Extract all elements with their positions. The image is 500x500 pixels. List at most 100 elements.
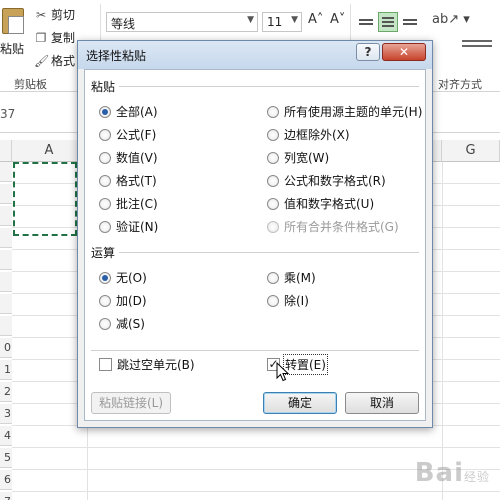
row-header[interactable]: 4 bbox=[0, 426, 12, 446]
radio-option[interactable]: 公式和数字格式(R) bbox=[267, 172, 386, 189]
section-divider bbox=[119, 86, 419, 87]
mouse-cursor-icon bbox=[276, 362, 290, 382]
paste-link-button[interactable]: 粘贴链接(L) bbox=[91, 392, 171, 414]
align-line bbox=[382, 25, 394, 27]
orientation-button[interactable]: ab↗ ▾ bbox=[432, 12, 470, 27]
row-header[interactable]: 5 bbox=[0, 448, 12, 468]
font-name-value: 等线 bbox=[111, 17, 136, 31]
skip-blanks-box[interactable] bbox=[99, 358, 112, 371]
row-header[interactable]: 1 bbox=[0, 360, 12, 380]
radio-option[interactable]: 列宽(W) bbox=[267, 149, 329, 166]
grow-font-button[interactable]: A˄ bbox=[308, 12, 323, 27]
shrink-font-button[interactable]: A˅ bbox=[330, 12, 345, 27]
row-header[interactable] bbox=[0, 272, 12, 292]
radio-option[interactable]: 所有合并条件格式(G) bbox=[267, 218, 399, 235]
radio-option[interactable]: 所有使用源主题的单元(H) bbox=[267, 103, 422, 120]
radio-option[interactable]: 值和数字格式(U) bbox=[267, 195, 374, 212]
font-name-select[interactable]: 等线 ▼ bbox=[106, 12, 258, 32]
radio-button[interactable] bbox=[99, 220, 111, 233]
radio-button[interactable] bbox=[99, 174, 111, 187]
row-header[interactable] bbox=[0, 206, 12, 226]
radio-option[interactable]: 除(I) bbox=[267, 292, 309, 309]
radio-button[interactable] bbox=[99, 317, 111, 330]
radio-button[interactable] bbox=[267, 174, 279, 187]
row-header[interactable]: 3 bbox=[0, 404, 12, 424]
paste-button[interactable]: 粘贴 bbox=[0, 2, 30, 56]
radio-button[interactable] bbox=[267, 294, 279, 307]
row-header[interactable]: 2 bbox=[0, 382, 12, 402]
align-middle-icon bbox=[382, 17, 394, 19]
paste-special-dialog: 选择性粘贴 ? ✕ 粘贴 全部(A) 公式(F) 数值(V) 格式(T) 批注(C) 验证… bbox=[77, 40, 433, 428]
cut-button[interactable]: ✂ 剪切 bbox=[34, 6, 75, 23]
row-header[interactable] bbox=[0, 228, 12, 248]
radio-option[interactable]: 数值(V) bbox=[99, 149, 158, 166]
scissors-icon: ✂ bbox=[35, 7, 47, 22]
brush-icon: 🖌 bbox=[34, 53, 50, 68]
radio-option[interactable]: 乘(M) bbox=[267, 269, 316, 286]
name-box[interactable]: 37 bbox=[0, 107, 15, 121]
radio-button[interactable] bbox=[267, 151, 279, 164]
row-header[interactable]: 7 bbox=[0, 492, 12, 500]
copy-button[interactable]: ❐ 复制 bbox=[34, 29, 75, 46]
align-bottom-button[interactable] bbox=[400, 12, 420, 32]
radio-option[interactable]: 格式(T) bbox=[99, 172, 157, 189]
font-size-select[interactable]: 11 ▼ bbox=[262, 12, 302, 32]
radio-option[interactable]: 验证(N) bbox=[99, 218, 158, 235]
close-button[interactable]: ✕ bbox=[382, 43, 426, 61]
radio-button[interactable] bbox=[267, 220, 279, 233]
radio-button[interactable] bbox=[267, 271, 279, 284]
radio-option[interactable]: 减(S) bbox=[99, 315, 145, 332]
wrap-text-icon[interactable] bbox=[462, 40, 492, 52]
column-header-g[interactable]: G bbox=[442, 140, 500, 162]
radio-label: 加(D) bbox=[116, 294, 147, 308]
copy-icon: ❐ bbox=[35, 30, 47, 45]
radio-button[interactable] bbox=[267, 105, 279, 118]
radio-label: 批注(C) bbox=[116, 197, 158, 211]
row-header[interactable] bbox=[0, 184, 12, 204]
watermark-suffix: 经验 bbox=[463, 470, 490, 484]
row-header[interactable] bbox=[0, 294, 12, 314]
align-bottom-icon bbox=[403, 23, 417, 25]
column-line bbox=[442, 162, 443, 500]
format-painter-button[interactable]: 🖌 格式 bbox=[34, 52, 75, 69]
radio-option[interactable]: 加(D) bbox=[99, 292, 147, 309]
align-middle-button[interactable] bbox=[378, 12, 398, 32]
radio-option[interactable]: 批注(C) bbox=[99, 195, 158, 212]
radio-option[interactable]: 公式(F) bbox=[99, 126, 156, 143]
alignment-group-label: 对齐方式 bbox=[438, 78, 482, 91]
ok-button[interactable]: 确定 bbox=[263, 392, 337, 414]
row-header[interactable] bbox=[0, 316, 12, 336]
copy-selection-marquee bbox=[13, 162, 77, 236]
row-line bbox=[12, 447, 500, 448]
dialog-title-bar[interactable]: 选择性粘贴 ? ✕ bbox=[78, 41, 432, 69]
radio-button[interactable] bbox=[99, 294, 111, 307]
align-top-button[interactable] bbox=[356, 12, 376, 32]
section-divider bbox=[91, 350, 419, 351]
radio-label: 格式(T) bbox=[116, 174, 157, 188]
help-button[interactable]: ? bbox=[356, 43, 380, 61]
radio-button[interactable] bbox=[99, 271, 111, 284]
row-header[interactable]: 0 bbox=[0, 338, 12, 358]
row-header[interactable]: 6 bbox=[0, 470, 12, 490]
watermark: Bai经验 bbox=[415, 458, 490, 488]
row-header[interactable] bbox=[0, 250, 12, 270]
radio-option[interactable]: 无(O) bbox=[99, 269, 147, 286]
paste-label: 粘贴 bbox=[0, 42, 25, 56]
radio-button[interactable] bbox=[267, 197, 279, 210]
radio-label: 公式和数字格式(R) bbox=[284, 174, 386, 188]
radio-button[interactable] bbox=[99, 197, 111, 210]
skip-blanks-checkbox[interactable]: 跳过空单元(B) bbox=[99, 356, 195, 373]
radio-button[interactable] bbox=[99, 105, 111, 118]
select-all-corner[interactable] bbox=[0, 140, 12, 162]
row-header[interactable] bbox=[0, 162, 12, 182]
radio-option[interactable]: 全部(A) bbox=[99, 103, 158, 120]
radio-button[interactable] bbox=[267, 128, 279, 141]
radio-button[interactable] bbox=[99, 151, 111, 164]
radio-button[interactable] bbox=[99, 128, 111, 141]
transpose-label: 转置(E) bbox=[283, 354, 328, 375]
column-header-a[interactable]: A bbox=[12, 140, 87, 162]
wrap-line bbox=[462, 40, 492, 42]
radio-option[interactable]: 边框除外(X) bbox=[267, 126, 350, 143]
cancel-button[interactable]: 取消 bbox=[345, 392, 419, 414]
wrap-line bbox=[462, 45, 492, 47]
